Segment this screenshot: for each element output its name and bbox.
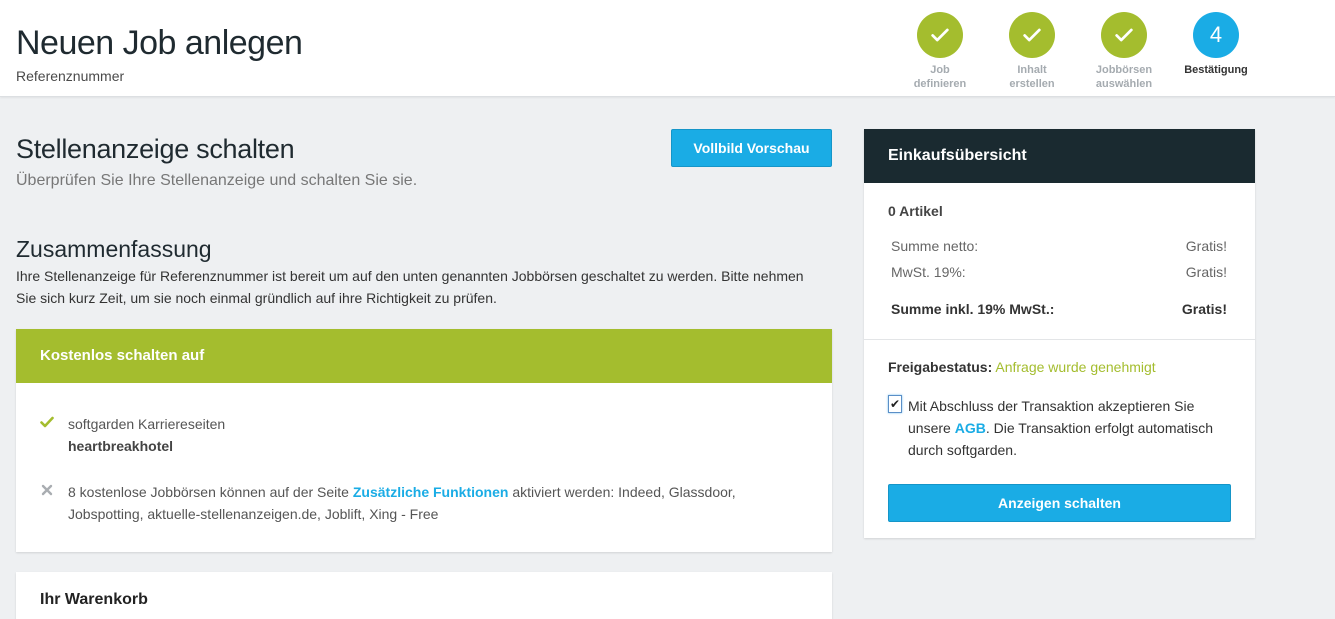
purchase-summary-title: Einkaufsübersicht: [864, 129, 1255, 183]
check-icon: [40, 413, 54, 435]
agb-link[interactable]: AGB: [955, 420, 986, 436]
terms-text: Mit Abschluss der Transaktion akzeptiere…: [908, 398, 1214, 458]
cart-card: Ihr Warenkorb: [16, 572, 832, 619]
free-publish-title: Kostenlos schalten auf: [16, 329, 832, 383]
item-count: 0 Artikel: [888, 203, 943, 219]
additional-functions-link[interactable]: Zusätzliche Funktionen: [353, 484, 509, 500]
page-title: Neuen Job anlegen: [16, 24, 303, 62]
step-job-definieren[interactable]: Job definieren: [900, 12, 980, 91]
step-bestaetigung: 4 Bestätigung: [1176, 12, 1256, 77]
check-icon: [1009, 12, 1055, 58]
total-value: Gratis!: [1181, 301, 1227, 317]
cart-title: Ihr Warenkorb: [40, 591, 148, 608]
tax-label: MwSt. 19%:: [891, 264, 966, 280]
list-item: 8 kostenlose Jobbörsen können auf der Se…: [40, 481, 808, 525]
close-icon: [40, 481, 54, 503]
page-header: Neuen Job anlegen Referenznummer Job defi…: [0, 0, 1335, 97]
net-row: Summe netto: Gratis!: [891, 238, 1227, 254]
terms-checkbox[interactable]: ✔: [888, 395, 902, 413]
free-publish-card: Kostenlos schalten auf softgarden Karrie…: [16, 329, 832, 552]
status-value: Anfrage wurde genehmigt: [995, 359, 1156, 375]
progress-steps: Job definieren Inhalt erstellen Jobbörsen a…: [900, 12, 1260, 94]
purchase-summary-panel: Einkaufsübersicht 0 Artikel Summe netto:…: [864, 129, 1255, 538]
fullscreen-preview-button[interactable]: Vollbild Vorschau: [671, 129, 832, 167]
board-name: softgarden Karriereseiten: [68, 416, 226, 432]
step-label: Job definieren: [913, 64, 967, 90]
list-item: softgarden Karriereseiten heartbreakhote…: [40, 413, 808, 457]
step-jobboersen-auswaehlen[interactable]: Jobbörsen auswählen: [1084, 12, 1164, 91]
summary-title: Zusammenfassung: [16, 236, 212, 262]
step-inhalt-erstellen[interactable]: Inhalt erstellen: [992, 12, 1072, 91]
step-label: Jobbörsen auswählen: [1095, 64, 1153, 90]
status-label: Freigabestatus:: [888, 359, 993, 375]
check-icon: [917, 12, 963, 58]
main-title: Stellenanzeige schalten: [16, 134, 295, 164]
terms-agreement: ✔ Mit Abschluss der Transaktion akzeptie…: [888, 395, 1238, 461]
tax-row: MwSt. 19%: Gratis!: [891, 264, 1227, 280]
total-label: Summe inkl. 19% MwSt.:: [891, 301, 1055, 317]
check-icon: [1101, 12, 1147, 58]
net-value: Gratis!: [1185, 238, 1227, 254]
total-row: Summe inkl. 19% MwSt.: Gratis!: [891, 301, 1227, 317]
step-label: Inhalt erstellen: [1009, 64, 1055, 90]
board-account: heartbreakhotel: [68, 438, 174, 454]
free-boards-text: 8 kostenlose Jobbörsen können auf der Se…: [68, 484, 736, 522]
publish-ads-button[interactable]: Anzeigen schalten: [888, 484, 1231, 522]
step-number: 4: [1193, 12, 1239, 58]
summary-text: Ihre Stellenanzeige für Referenznummer i…: [16, 268, 804, 306]
page-subtitle: Referenznummer: [16, 68, 125, 84]
approval-status: Freigabestatus: Anfrage wurde genehmigt: [888, 359, 1156, 375]
net-label: Summe netto:: [891, 238, 979, 254]
main-subtitle: Überprüfen Sie Ihre Stellenanzeige und s…: [16, 172, 418, 189]
tax-value: Gratis!: [1185, 264, 1227, 280]
step-label: Bestätigung: [1184, 64, 1248, 76]
divider: [864, 339, 1255, 340]
